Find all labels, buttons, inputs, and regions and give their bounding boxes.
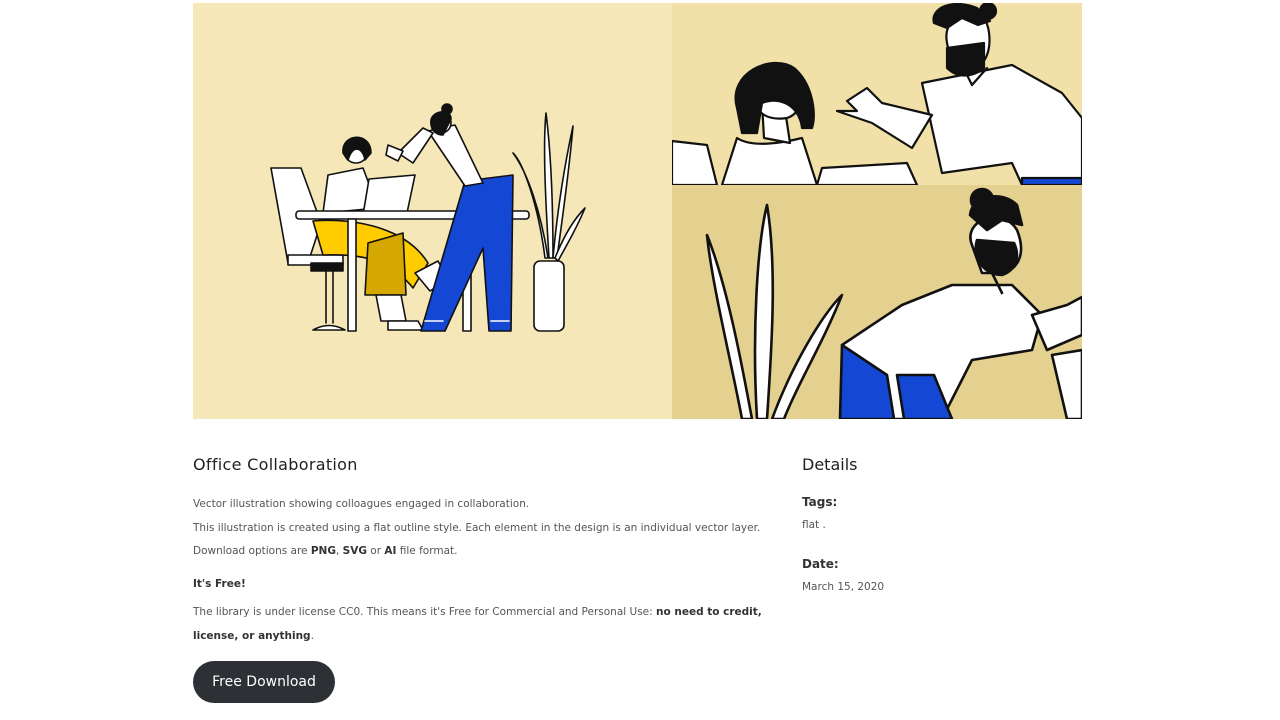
hero-main-image[interactable]	[193, 3, 672, 419]
free-download-button[interactable]: Free Download	[193, 661, 335, 703]
format-ai: AI	[384, 545, 397, 557]
tags-label: Tags:	[802, 495, 838, 509]
hero-detail-top-image[interactable]	[672, 3, 1082, 185]
hero-gallery	[193, 3, 1082, 419]
formats-separator: or	[366, 545, 385, 557]
formats-separator: ,	[335, 545, 343, 557]
date-label: Date:	[802, 557, 839, 571]
description-formats: Download options are PNG, SVG or AI file…	[193, 540, 793, 564]
date-value: March 15, 2020	[802, 581, 885, 593]
free-heading: It's Free!	[193, 578, 246, 590]
description-line: Vector illustration showing colloagues e…	[193, 498, 530, 510]
format-svg: SVG	[342, 545, 367, 557]
page-title: Office Collaboration	[193, 455, 358, 474]
license-text: The library is under license CC0. This m…	[193, 601, 793, 648]
formats-suffix: file format.	[396, 545, 458, 557]
format-png: PNG	[310, 545, 336, 557]
license-end: .	[310, 629, 314, 642]
description: Vector illustration showing colloagues e…	[193, 493, 793, 564]
details-heading: Details	[802, 455, 858, 474]
license-body: The library is under license CC0. This m…	[193, 606, 657, 618]
tag-link-flat[interactable]: flat .	[802, 519, 826, 531]
formats-prefix: Download options are	[193, 545, 311, 557]
hero-detail-bottom-image[interactable]	[672, 185, 1082, 419]
description-line: This illustration is created using a fla…	[193, 521, 761, 534]
